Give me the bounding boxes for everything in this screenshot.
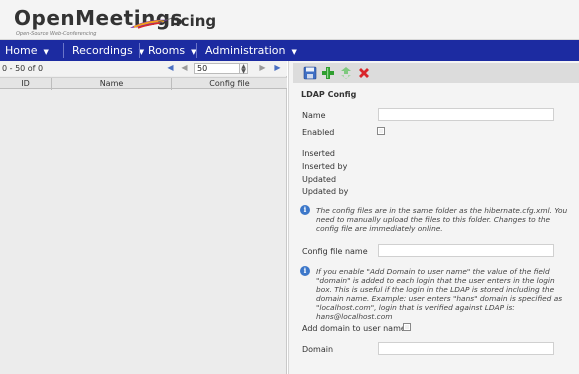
conference-name: ncing xyxy=(170,12,217,30)
domain-input[interactable] xyxy=(378,342,554,355)
menu-administration-label: Administration xyxy=(205,44,286,57)
header: OpenMeetings Open-Source Web-Conferencin… xyxy=(0,0,579,40)
name-label: Name xyxy=(302,111,326,120)
app-window: OpenMeetings Open-Source Web-Conferencin… xyxy=(0,0,579,374)
menu-home-label: Home xyxy=(5,44,38,57)
column-header-name[interactable]: Name xyxy=(52,78,172,90)
main-menu-bar: Home ▼ Recordings ▼ Rooms ▼ Administration ▼ xyxy=(0,40,579,61)
menu-rooms-label: Rooms xyxy=(148,44,186,57)
info-icon: i xyxy=(300,266,310,276)
pager: 0 - 50 of 0 ◀ ◀ 50 ▲ ▼ ▶ ▶ xyxy=(0,61,287,76)
prev-page-icon[interactable]: ◀ xyxy=(180,63,189,73)
add-icon[interactable] xyxy=(321,66,335,80)
feather-logo-icon xyxy=(130,17,174,29)
inserted-label: Inserted xyxy=(302,149,335,158)
config-file-name-input[interactable] xyxy=(378,244,554,257)
column-header-config-file[interactable]: Config file xyxy=(172,78,287,90)
config-file-name-label: Config file name xyxy=(302,247,368,256)
ldap-list-panel: 0 - 50 of 0 ◀ ◀ 50 ▲ ▼ ▶ ▶ ID Name Config… xyxy=(0,61,287,374)
form-title: LDAP Config xyxy=(301,90,357,99)
chevron-down-icon: ▼ xyxy=(291,48,297,56)
menu-rooms[interactable]: Rooms ▼ xyxy=(143,40,196,61)
menu-separator xyxy=(63,43,64,58)
last-page-icon[interactable]: ▶ xyxy=(273,63,282,73)
updated-label: Updated xyxy=(302,175,337,184)
chevron-down-icon: ▼ xyxy=(43,48,49,56)
menu-administration[interactable]: Administration ▼ xyxy=(200,40,297,61)
delete-icon[interactable] xyxy=(357,66,371,80)
logo-subtitle: Open-Source Web-Conferencing xyxy=(16,31,97,37)
pager-count: 0 - 50 of 0 xyxy=(2,64,44,73)
config-files-info-text: The config files are in the same folder … xyxy=(316,206,568,233)
inserted-by-label: Inserted by xyxy=(302,162,348,171)
first-page-icon[interactable]: ◀ xyxy=(166,63,175,73)
add-domain-info-text: If you enable "Add Domain to user name" … xyxy=(316,267,563,321)
page-size-input[interactable]: 50 xyxy=(194,63,240,74)
enabled-label: Enabled xyxy=(302,128,335,137)
save-icon[interactable] xyxy=(303,66,317,80)
refresh-icon[interactable] xyxy=(339,66,353,80)
menu-recordings[interactable]: Recordings ▼ xyxy=(67,40,144,61)
add-domain-label: Add domain to user name xyxy=(302,324,406,333)
ldap-config-form-panel: LDAP Config Name Enabled Inserted Insert… xyxy=(288,61,579,374)
column-header-id[interactable]: ID xyxy=(0,78,52,90)
updated-by-label: Updated by xyxy=(302,187,349,196)
menu-home[interactable]: Home ▼ xyxy=(0,40,49,61)
form-toolbar xyxy=(293,63,579,83)
name-input[interactable] xyxy=(378,108,554,121)
menu-recordings-label: Recordings xyxy=(72,44,133,57)
enabled-checkbox[interactable] xyxy=(377,127,385,135)
info-icon: i xyxy=(300,205,310,215)
menu-separator xyxy=(196,43,197,58)
domain-label: Domain xyxy=(302,345,334,354)
menu-separator xyxy=(139,43,140,58)
next-page-icon[interactable]: ▶ xyxy=(258,63,267,73)
page-size-spinner[interactable]: ▲ ▼ xyxy=(240,63,248,75)
add-domain-checkbox[interactable] xyxy=(403,323,411,331)
grid-header: ID Name Config file xyxy=(0,77,287,90)
